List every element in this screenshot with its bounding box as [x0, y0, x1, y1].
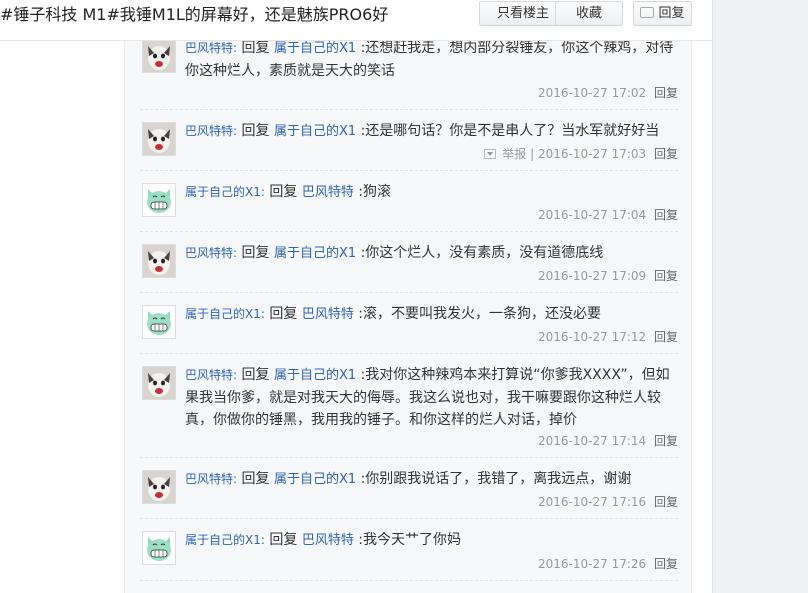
reply-to-label: 回复 — [241, 367, 270, 383]
reply-target-link[interactable]: 属于自己的X1 — [274, 41, 356, 56]
reply-to-label: 回复 — [269, 532, 298, 548]
reply-to-label: 回复 — [241, 245, 270, 261]
comment-username[interactable]: 属于自己的X1: — [185, 307, 265, 321]
reply-button[interactable]: 回复 — [654, 330, 678, 344]
comment-body: 属于自己的X1: 回复 巴风特特 :滚，不要叫我发火，一条狗，还没必要 — [185, 303, 677, 326]
reply-button[interactable]: 回复 — [654, 208, 678, 222]
meta-separator: | — [530, 147, 535, 161]
comment-meta: 2016-10-27 17:09 回复 — [538, 267, 678, 284]
comment-text: :我今天艹了你妈 — [358, 532, 461, 548]
reply-to-label: 回复 — [269, 306, 298, 322]
comment-time: 2016-10-27 17:26 — [538, 557, 647, 571]
comment-item: 属于自己的X1: 回复 巴风特特 :我今天艹了你妈 2016-10-27 17:… — [140, 519, 678, 581]
comment-text: :狗滚 — [358, 184, 391, 200]
thread-header: #锤子科技 M1#我锤M1L的屏幕好，还是魅族PRO6好 只看楼主 收藏 回复 — [0, 0, 712, 41]
report-dropdown-icon[interactable] — [484, 148, 497, 159]
reply-button[interactable]: 回复 — [654, 434, 678, 448]
comment-time: 2016-10-27 17:12 — [538, 330, 647, 344]
comment-body: 巴风特特: 回复 属于自己的X1 :还想赶我走，想内部分裂锤友，你这个辣鸡，对待… — [185, 37, 677, 82]
comment-meta: 2016-10-27 17:16 回复 — [538, 493, 678, 510]
page: 巴风特特: 回复 属于自己的X1 :还想赶我走，想内部分裂锤友，你这个辣鸡，对待… — [0, 0, 808, 593]
comment-time: 2016-10-27 17:03 — [538, 147, 647, 161]
comment-item: 巴风特特: 回复 属于自己的X1 :还是哪句话？你是不是串人了？当水军就好好当 … — [140, 110, 678, 171]
avatar-cat-photo-icon[interactable] — [142, 244, 176, 278]
reply-to-label: 回复 — [241, 123, 270, 139]
comment-list: 巴风特特: 回复 属于自己的X1 :还想赶我走，想内部分裂锤友，你这个辣鸡，对待… — [124, 28, 692, 593]
comment-text: :还是哪句话？你是不是串人了？当水军就好好当 — [360, 123, 660, 139]
comment-body: 属于自己的X1: 回复 巴风特特 :我今天艹了你妈 — [185, 529, 677, 552]
comment-item: 属于自己的X1: 回复 巴风特特 :滚，不要叫我发火，一条狗，还没必要 2016… — [140, 293, 678, 354]
reply-target-link[interactable]: 巴风特特 — [302, 533, 354, 548]
comment-meta: 举报 | 2016-10-27 17:03 回复 — [484, 145, 678, 162]
reply-to-label: 回复 — [269, 184, 298, 200]
favorite-button[interactable]: 收藏 — [555, 1, 623, 26]
comment-item: 巴风特特: 回复 属于自己的X1 :你别跟我说话了，我错了，离我远点，谢谢 20… — [140, 458, 678, 519]
comment-item: 属于自己的X1: 回复 巴风特特 :狗滚 2016-10-27 17:04 回复 — [140, 171, 678, 232]
comment-text: :滚，不要叫我发火，一条狗，还没必要 — [358, 306, 601, 322]
avatar-green-cat-icon[interactable] — [142, 531, 176, 565]
comment-username[interactable]: 巴风特特: — [185, 41, 237, 55]
panel-border — [712, 0, 713, 593]
reply-thread-label: 回复 — [658, 6, 685, 21]
comment-text: :你这个烂人，没有素质，没有道德底线 — [360, 245, 604, 261]
reply-target-link[interactable]: 巴风特特 — [302, 307, 354, 322]
avatar-green-cat-icon[interactable] — [142, 305, 176, 339]
comment-username[interactable]: 巴风特特: — [185, 472, 237, 486]
reply-button[interactable]: 回复 — [654, 86, 678, 100]
comment-username[interactable]: 巴风特特: — [185, 246, 237, 260]
comment-time: 2016-10-27 17:14 — [538, 434, 647, 448]
reply-target-link[interactable]: 属于自己的X1 — [274, 472, 356, 487]
avatar-cat-photo-icon[interactable] — [142, 122, 176, 156]
avatar-cat-photo-icon[interactable] — [142, 39, 176, 73]
thread-title: #锤子科技 M1#我锤M1L的屏幕好，还是魅族PRO6好 — [0, 5, 389, 24]
reply-button[interactable]: 回复 — [654, 495, 678, 509]
comment-time: 2016-10-27 17:04 — [538, 208, 647, 222]
reply-to-label: 回复 — [241, 40, 270, 56]
report-link[interactable]: 举报 — [502, 147, 526, 161]
comment-item: 巴风特特: 回复 属于自己的X1 :你这个烂人，没有素质，没有道德底线 2016… — [140, 232, 678, 293]
only-op-button[interactable]: 只看楼主 — [479, 1, 567, 26]
speech-bubble-icon — [640, 7, 655, 18]
comment-body: 巴风特特: 回复 属于自己的X1 :你这个烂人，没有素质，没有道德底线 — [185, 242, 677, 265]
comment-username[interactable]: 巴风特特: — [185, 368, 237, 382]
comment-body: 巴风特特: 回复 属于自己的X1 :你别跟我说话了，我错了，离我远点，谢谢 — [185, 468, 677, 491]
comment-username[interactable]: 属于自己的X1: — [185, 533, 265, 547]
comment-item: 巴风特特: 回复 属于自己的X1 :我对你这种辣鸡本来打算说“你爹我XXXX”，… — [140, 354, 678, 458]
comment-time: 2016-10-27 17:09 — [538, 269, 647, 283]
comment-body: 巴风特特: 回复 属于自己的X1 :还是哪句话？你是不是串人了？当水军就好好当 — [185, 120, 677, 143]
comment-text: :你别跟我说话了，我错了，离我远点，谢谢 — [360, 471, 632, 487]
comment-time: 2016-10-27 17:02 — [538, 86, 647, 100]
avatar-green-cat-icon[interactable] — [142, 183, 176, 217]
comment-body: 巴风特特: 回复 属于自己的X1 :我对你这种辣鸡本来打算说“你爹我XXXX”，… — [185, 364, 677, 431]
reply-target-link[interactable]: 巴风特特 — [302, 185, 354, 200]
reply-button[interactable]: 回复 — [654, 557, 678, 571]
comment-meta: 2016-10-27 17:02 回复 — [538, 84, 678, 101]
comment-username[interactable]: 巴风特特: — [185, 124, 237, 138]
avatar-cat-photo-icon[interactable] — [142, 366, 176, 400]
reply-target-link[interactable]: 属于自己的X1 — [274, 368, 356, 383]
comment-meta: 2016-10-27 17:14 回复 — [538, 432, 678, 449]
reply-button[interactable]: 回复 — [654, 269, 678, 283]
comment-meta: 2016-10-27 17:12 回复 — [538, 328, 678, 345]
comment-meta: 2016-10-27 17:04 回复 — [538, 206, 678, 223]
reply-thread-button[interactable]: 回复 — [633, 1, 692, 26]
comment-body: 属于自己的X1: 回复 巴风特特 :狗滚 — [185, 181, 677, 204]
comment-time: 2016-10-27 17:16 — [538, 495, 647, 509]
avatar-cat-photo-icon[interactable] — [142, 470, 176, 504]
reply-to-label: 回复 — [241, 471, 270, 487]
comment-meta: 2016-10-27 17:26 回复 — [538, 555, 678, 572]
reply-target-link[interactable]: 属于自己的X1 — [274, 246, 356, 261]
comment-username[interactable]: 属于自己的X1: — [185, 185, 265, 199]
reply-target-link[interactable]: 属于自己的X1 — [274, 124, 356, 139]
reply-button[interactable]: 回复 — [654, 147, 678, 161]
